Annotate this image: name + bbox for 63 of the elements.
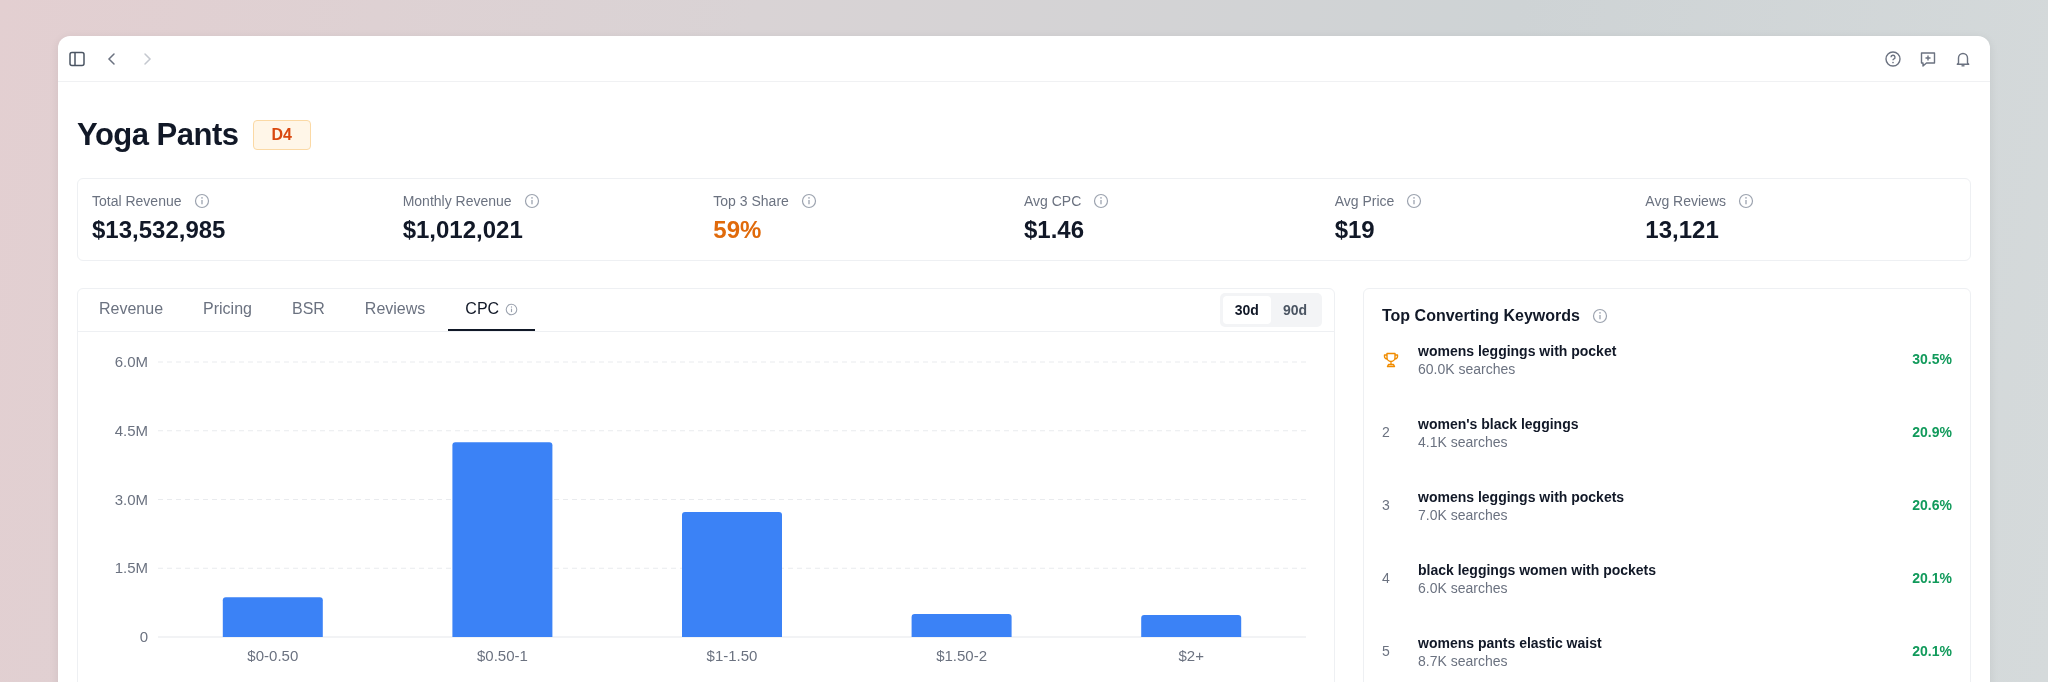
stat-value: 59%	[713, 216, 763, 244]
sidebar-toggle-icon[interactable]	[68, 49, 86, 68]
period-option[interactable]: 90d	[1270, 296, 1319, 324]
y-axis-label: 3.0M	[114, 490, 148, 508]
period-option[interactable]: 30d	[1222, 296, 1271, 324]
conversion-rate: 20.1%	[1912, 569, 1952, 586]
keyword-name: womens pants elastic waist	[1418, 635, 1603, 651]
keyword-name: womens leggings with pockets	[1418, 489, 1626, 505]
search-count: 4.1K searches	[1418, 434, 1509, 450]
info-icon[interactable]	[1591, 308, 1608, 324]
x-axis-label: $1.50-2	[936, 647, 988, 664]
stat-value: $1.46	[1024, 216, 1086, 244]
stat-label: Avg Reviews	[1645, 193, 1726, 209]
stat-label: Avg Price	[1334, 193, 1395, 209]
chart-tab[interactable]: Reviews	[347, 289, 443, 331]
rank-number: 3	[1382, 497, 1390, 513]
x-axis-label: $0-0.50	[247, 647, 299, 664]
category-badge: D4	[252, 120, 311, 150]
chart-tab[interactable]: Revenue	[82, 289, 181, 331]
page-title: Yoga Pants	[77, 117, 239, 153]
card-title: Top Converting Keywords	[1382, 307, 1580, 325]
search-count: 60.0K searches	[1418, 361, 1517, 377]
stat-value: $13,532,985	[92, 216, 227, 244]
rank-number: 5	[1382, 643, 1390, 659]
search-count: 6.0K searches	[1418, 580, 1509, 596]
y-axis-label: 1.5M	[114, 559, 148, 577]
keyword-name: black leggings women with pockets	[1418, 562, 1658, 578]
info-icon[interactable]	[1406, 193, 1423, 209]
conversion-rate: 20.9%	[1912, 423, 1952, 440]
keyword-name: womens leggings with pocket	[1418, 343, 1618, 359]
rank-number: 2	[1382, 424, 1390, 440]
y-axis-label: 4.5M	[114, 421, 148, 439]
info-icon[interactable]	[523, 193, 540, 209]
stat-value: $1,012,021	[402, 216, 524, 244]
info-icon[interactable]	[1093, 193, 1110, 209]
info-icon[interactable]	[800, 193, 817, 209]
y-axis-label: 6.0M	[114, 353, 148, 370]
message-plus-icon[interactable]	[1919, 49, 1937, 68]
x-axis-label: $0.50-1	[476, 647, 528, 664]
stat-value: $19	[1334, 216, 1376, 244]
search-count: 8.7K searches	[1418, 653, 1509, 669]
rank-number: 4	[1382, 570, 1390, 586]
stat-label: Total Revenue	[92, 193, 182, 209]
x-axis-label: $1-1.50	[706, 647, 758, 664]
chart-tab[interactable]: Pricing	[186, 289, 269, 331]
x-axis-label: $2+	[1178, 647, 1204, 664]
chart-tab[interactable]: BSR	[274, 289, 342, 331]
stat-label: Avg CPC	[1024, 193, 1082, 209]
info-icon[interactable]	[193, 193, 210, 209]
conversion-rate: 20.1%	[1912, 642, 1952, 659]
conversion-rate: 30.5%	[1912, 350, 1952, 367]
info-icon[interactable]	[505, 302, 519, 316]
stat-label: Monthly Revenue	[402, 193, 512, 209]
stat-value: 13,121	[1645, 216, 1720, 244]
chart-tab[interactable]: CPC	[448, 289, 536, 331]
help-icon[interactable]	[1884, 49, 1902, 68]
y-axis-label: 0	[139, 628, 148, 645]
search-count: 7.0K searches	[1418, 507, 1509, 523]
info-icon[interactable]	[1738, 193, 1754, 209]
keyword-name: women's black leggings	[1418, 416, 1580, 432]
trophy-icon	[1382, 351, 1400, 369]
stat-label: Top 3 Share	[713, 193, 789, 209]
conversion-rate: 20.6%	[1912, 496, 1952, 513]
